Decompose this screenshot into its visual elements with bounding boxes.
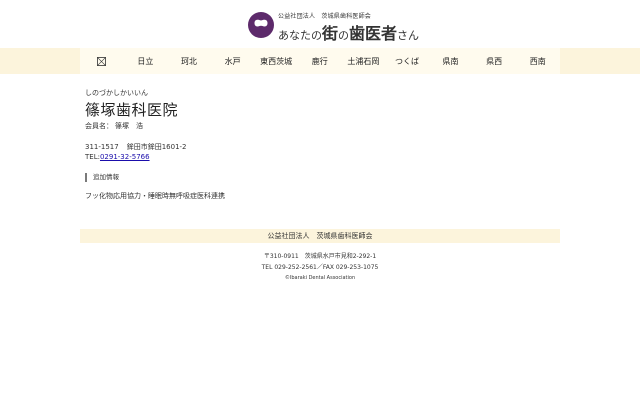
logo-title-suffix: さん (397, 29, 420, 42)
nav-bar: 日立 珂北 水戸 東西茨城 鹿行 土浦石岡 つくば 県南 県西 西南 (0, 48, 640, 74)
member-info: 会員名： 篠塚 浩 (85, 121, 143, 131)
nav-item-seinan[interactable]: 西南 (516, 48, 560, 74)
member-label: 会員名： (85, 122, 113, 130)
street-address: 鉾田市鉾田1601-2 (126, 143, 187, 151)
member-name: 篠塚 浩 (115, 122, 143, 130)
nav-item-kensei[interactable]: 県西 (472, 48, 516, 74)
region-nav: 日立 珂北 水戸 東西茨城 鹿行 土浦石岡 つくば 県南 県西 西南 (80, 48, 560, 74)
nav-item-hitachi[interactable]: 日立 (124, 48, 168, 74)
nav-item-tsukuba[interactable]: つくば (385, 48, 429, 74)
footer-copyright: ©Ibaraki Dental Association (284, 275, 356, 281)
home-icon (97, 56, 107, 66)
footer-org-band: 公益社団法人 茨城県歯科医師会 (80, 229, 560, 243)
nav-item-kennan[interactable]: 県南 (429, 48, 473, 74)
clinic-address: 311-1517 鉾田市鉾田1601-2 (85, 142, 187, 152)
nav-item-tozai-ibaraki[interactable]: 東西茨城 (254, 48, 298, 74)
nav-item-tsuchiura-ishioka[interactable]: 土浦石岡 (342, 48, 386, 74)
logo-title: あなたの街の歯医者さん (278, 20, 419, 44)
nav-home[interactable] (80, 48, 124, 74)
clinic-name-kana: しのづかしかいいん (85, 89, 148, 97)
nav-item-rokko[interactable]: 鹿行 (298, 48, 342, 74)
logo-title-prefix: あなたの (278, 29, 322, 42)
postal-code: 311-1517 (85, 143, 119, 151)
footer-org-name: 公益社団法人 茨城県歯科医師会 (267, 232, 373, 240)
logo-subtitle: 公益社団法人 茨城県歯科医師会 (278, 13, 372, 20)
extra-info-heading: 追加情報 (85, 173, 119, 182)
tooth-icon (248, 12, 274, 38)
extra-info-text: フッ化物応用協力・睡眠時無呼吸症医科連携 (85, 192, 225, 200)
site-header: 公益社団法人 茨城県歯科医師会 あなたの街の歯医者さん (0, 0, 640, 48)
tel-label: TEL: (85, 153, 100, 161)
clinic-tel: TEL:0291-32-5766 (85, 153, 150, 161)
nav-item-mito[interactable]: 水戸 (211, 48, 255, 74)
logo-title-big-1: 街 (322, 24, 339, 43)
clinic-name: 篠塚歯科医院 (85, 101, 179, 119)
tel-link[interactable]: 0291-32-5766 (100, 153, 150, 161)
logo-title-mid: の (338, 29, 350, 42)
footer-info: 〒310-0911 茨城県水戸市見和2-292-1 TEL 029-252-25… (0, 251, 640, 284)
nav-item-kahoku[interactable]: 珂北 (167, 48, 211, 74)
footer-address: 〒310-0911 茨城県水戸市見和2-292-1 (263, 253, 377, 260)
logo-title-big-2: 歯医者 (349, 24, 398, 43)
footer-contact: TEL 029-252-2561／FAX 029-253-1075 (261, 264, 379, 271)
site-logo[interactable]: 公益社団法人 茨城県歯科医師会 あなたの街の歯医者さん (248, 11, 419, 43)
